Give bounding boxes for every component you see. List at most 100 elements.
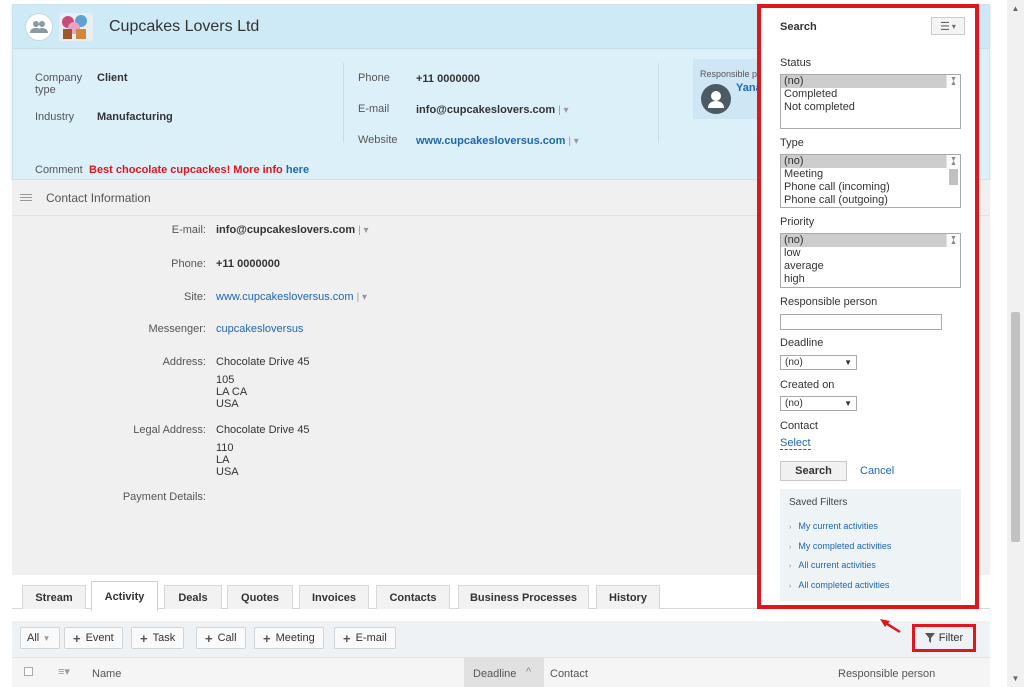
website-value[interactable]: www.cupcakesloversus.com | ▾ bbox=[416, 135, 579, 147]
contact-select-link[interactable]: Select bbox=[780, 438, 811, 450]
status-option-no[interactable]: (no) bbox=[781, 75, 960, 88]
tab-quotes[interactable]: Quotes bbox=[227, 585, 293, 609]
saved-filter-item[interactable]: › All completed activities bbox=[789, 580, 889, 590]
responsible-person-input[interactable] bbox=[780, 314, 942, 330]
search-button[interactable]: Search bbox=[780, 461, 847, 481]
email-row-text[interactable]: info@cupcakeslovers.com bbox=[216, 224, 355, 236]
tab-contacts[interactable]: Contacts bbox=[376, 585, 450, 609]
scroll-thumb[interactable] bbox=[1011, 312, 1020, 542]
email-value[interactable]: info@cupcakeslovers.com | ▾ bbox=[416, 104, 569, 116]
website-link[interactable]: www.cupcakesloversus.com bbox=[416, 135, 565, 147]
saved-filter-label[interactable]: All completed activities bbox=[798, 580, 889, 590]
add-meeting-label: Meeting bbox=[275, 632, 315, 644]
priority-listbox[interactable]: (no) low average high ▲ ▼ bbox=[780, 233, 961, 288]
priority-label: Priority bbox=[780, 216, 815, 228]
saved-filter-item[interactable]: › My completed activities bbox=[789, 541, 891, 551]
column-responsible-person[interactable]: Responsible person bbox=[838, 668, 935, 680]
industry-value: Manufacturing bbox=[97, 111, 173, 123]
deadline-select[interactable]: (no) ▼ bbox=[780, 355, 857, 370]
type-label: Type bbox=[780, 137, 804, 149]
saved-filter-item[interactable]: › All current activities bbox=[789, 560, 876, 570]
site-row-link[interactable]: www.cupcakesloversus.com bbox=[216, 291, 354, 303]
legal-address-line-4: USA bbox=[216, 466, 239, 478]
bullet-icon: › bbox=[789, 524, 792, 531]
priority-option-low[interactable]: low bbox=[781, 247, 960, 260]
chevron-down-icon: ▼ bbox=[844, 399, 852, 408]
column-deadline[interactable]: Deadline bbox=[473, 668, 516, 680]
tab-invoices[interactable]: Invoices bbox=[299, 585, 369, 609]
payment-details-label: Payment Details: bbox=[122, 491, 206, 503]
email-text[interactable]: info@cupcakeslovers.com bbox=[416, 104, 555, 116]
address-row-label: Address: bbox=[162, 356, 206, 368]
type-option-call-outgoing[interactable]: Phone call (outgoing) bbox=[781, 194, 960, 207]
select-all-checkbox[interactable] bbox=[24, 667, 33, 676]
phone-row-value[interactable]: +11 0000000 bbox=[216, 258, 280, 270]
header-divider bbox=[343, 63, 344, 143]
address-line-1: Chocolate Drive 45 bbox=[216, 356, 310, 368]
type-listbox[interactable]: (no) Meeting Phone call (incoming) Phone… bbox=[780, 154, 961, 208]
tab-deals[interactable]: Deals bbox=[164, 585, 222, 609]
priority-listbox-scrollbar[interactable]: ▲ ▼ bbox=[946, 234, 960, 247]
sort-asc-icon[interactable]: ^ bbox=[526, 666, 531, 678]
email-dropdown-icon[interactable]: | ▾ bbox=[558, 105, 568, 116]
page-scrollbar[interactable]: ▲ ▼ bbox=[1007, 0, 1024, 687]
column-contact[interactable]: Contact bbox=[550, 668, 588, 680]
priority-option-average[interactable]: average bbox=[781, 260, 960, 273]
add-event-button[interactable]: + Event bbox=[64, 627, 123, 649]
email-row-dropdown-icon[interactable]: | ▾ bbox=[358, 225, 368, 236]
tab-stream[interactable]: Stream bbox=[22, 585, 86, 609]
type-listbox-scrollbar[interactable]: ▲ ▼ bbox=[946, 155, 960, 185]
filter-label: Filter bbox=[938, 632, 964, 644]
add-meeting-button[interactable]: + Meeting bbox=[254, 627, 324, 649]
add-call-button[interactable]: + Call bbox=[196, 627, 246, 649]
legal-address-row-value: Chocolate Drive 45 110 LA USA bbox=[216, 424, 310, 478]
saved-filter-label[interactable]: All current activities bbox=[798, 560, 876, 570]
status-option-not-completed[interactable]: Not completed bbox=[781, 101, 960, 114]
responsible-avatar-icon[interactable] bbox=[701, 84, 731, 114]
plus-icon: + bbox=[263, 630, 271, 646]
type-option-call-incoming[interactable]: Phone call (incoming) bbox=[781, 181, 960, 194]
created-on-select[interactable]: (no) ▼ bbox=[780, 396, 857, 411]
column-menu-icon[interactable]: ≡▾ bbox=[58, 665, 70, 678]
tab-activity[interactable]: Activity bbox=[91, 581, 158, 611]
legal-address-line-3: LA bbox=[216, 454, 230, 466]
responsible-person-label: Responsible person bbox=[780, 296, 878, 308]
legal-address-row-label: Legal Address: bbox=[133, 424, 206, 436]
messenger-row-value[interactable]: cupcakesloversus bbox=[216, 323, 303, 335]
status-listbox-scrollbar[interactable]: ▲ ▼ bbox=[946, 75, 960, 88]
grid-header: ≡▾ Name Deadline ^ Contact Responsible p… bbox=[12, 657, 990, 687]
website-dropdown-icon[interactable]: | ▾ bbox=[568, 136, 578, 147]
messenger-link[interactable]: cupcakesloversus bbox=[216, 323, 303, 335]
tab-business-processes[interactable]: Business Processes bbox=[458, 585, 589, 609]
comment-link[interactable]: here bbox=[286, 164, 309, 176]
priority-option-high[interactable]: high bbox=[781, 273, 960, 286]
saved-filter-label[interactable]: My completed activities bbox=[798, 541, 891, 551]
site-row-dropdown-icon[interactable]: | ▾ bbox=[357, 292, 367, 303]
scroll-up-icon[interactable]: ▲ bbox=[1007, 4, 1024, 13]
section-menu-icon[interactable] bbox=[20, 192, 32, 203]
site-row-value[interactable]: www.cupcakesloversus.com | ▾ bbox=[216, 291, 367, 303]
status-option-completed[interactable]: Completed bbox=[781, 88, 960, 101]
all-filter-dropdown[interactable]: All ▾ bbox=[20, 627, 60, 649]
type-option-meeting[interactable]: Meeting bbox=[781, 168, 960, 181]
email-row-value[interactable]: info@cupcakeslovers.com | ▾ bbox=[216, 224, 369, 236]
created-on-select-value: (no) bbox=[785, 398, 803, 409]
add-email-button[interactable]: + E-mail bbox=[334, 627, 396, 649]
column-name[interactable]: Name bbox=[92, 668, 121, 680]
add-task-button[interactable]: + Task bbox=[131, 627, 185, 649]
status-listbox[interactable]: (no) Completed Not completed ▲ ▼ bbox=[780, 74, 961, 129]
company-group-icon[interactable] bbox=[25, 12, 53, 41]
cancel-link[interactable]: Cancel bbox=[860, 465, 894, 477]
phone-value[interactable]: +11 0000000 bbox=[416, 73, 480, 85]
scroll-down-icon[interactable]: ▼ bbox=[1007, 674, 1024, 683]
saved-filter-label[interactable]: My current activities bbox=[798, 521, 878, 531]
comment-content: Best chocolate cupcackes! More info bbox=[89, 164, 283, 176]
popup-menu-button[interactable]: ☰ ▾ bbox=[931, 17, 965, 35]
filter-button[interactable]: Filter bbox=[912, 624, 976, 652]
search-popup-title: Search bbox=[780, 21, 817, 33]
tab-history[interactable]: History bbox=[596, 585, 660, 609]
saved-filter-item[interactable]: › My current activities bbox=[789, 521, 878, 531]
type-option-no[interactable]: (no) bbox=[781, 155, 960, 168]
priority-option-no[interactable]: (no) bbox=[781, 234, 960, 247]
deadline-label: Deadline bbox=[780, 337, 824, 349]
